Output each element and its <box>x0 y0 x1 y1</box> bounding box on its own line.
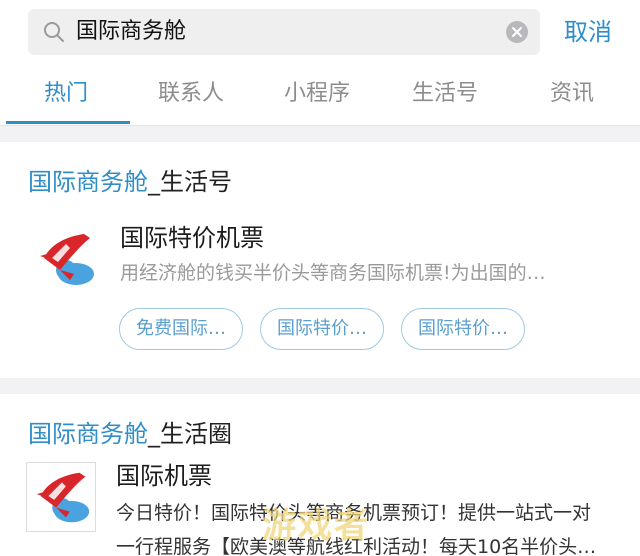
tag-chip[interactable]: 国际特价… <box>401 308 525 350</box>
search-query-text: 国际商务舱 <box>76 19 187 44</box>
tab-news[interactable]: 资讯 <box>550 79 594 109</box>
search-bar-row: 国际商务舱 取消 <box>0 0 640 64</box>
tab-hot[interactable]: 热门 <box>44 79 88 109</box>
result-logo <box>26 462 96 532</box>
search-input[interactable]: 国际商务舱 <box>28 9 540 55</box>
watermark: 游戏者 <box>262 506 370 546</box>
section-title: 国际商务舱_生活圈 <box>28 418 232 450</box>
section-gap <box>0 378 640 394</box>
section-life-accounts: 国际商务舱_生活号 国际特价机票 用经济舱的钱买半价头等商务国际机票!为出国的…… <box>0 142 640 378</box>
clear-icon[interactable] <box>506 21 528 43</box>
section-gap <box>0 126 640 142</box>
tab-life-accounts[interactable]: 生活号 <box>412 79 478 109</box>
active-tab-indicator <box>6 121 130 124</box>
tab-mini-programs[interactable]: 小程序 <box>284 79 350 109</box>
airplane-logo-icon <box>36 472 90 523</box>
result-description: 用经济舱的钱买半价头等商务国际机票!为出国的… <box>120 262 546 284</box>
airplane-logo-icon <box>40 234 94 285</box>
section-title-suffix: _生活号 <box>148 168 232 196</box>
result-title: 国际特价机票 <box>120 224 264 252</box>
cancel-button[interactable]: 取消 <box>564 16 612 48</box>
search-icon <box>44 22 64 42</box>
category-tabs: 热门 联系人 小程序 生活号 资讯 <box>0 64 640 126</box>
tab-contacts[interactable]: 联系人 <box>158 79 224 109</box>
tag-chip[interactable]: 免费国际… <box>119 308 243 350</box>
section-title: 国际商务舱_生活号 <box>28 166 232 198</box>
section-title-keyword: 国际商务舱 <box>28 168 148 196</box>
result-title: 国际机票 <box>116 462 212 490</box>
section-title-suffix: _生活圈 <box>148 420 232 448</box>
tag-chip[interactable]: 国际特价… <box>260 308 384 350</box>
section-title-keyword: 国际商务舱 <box>28 420 148 448</box>
